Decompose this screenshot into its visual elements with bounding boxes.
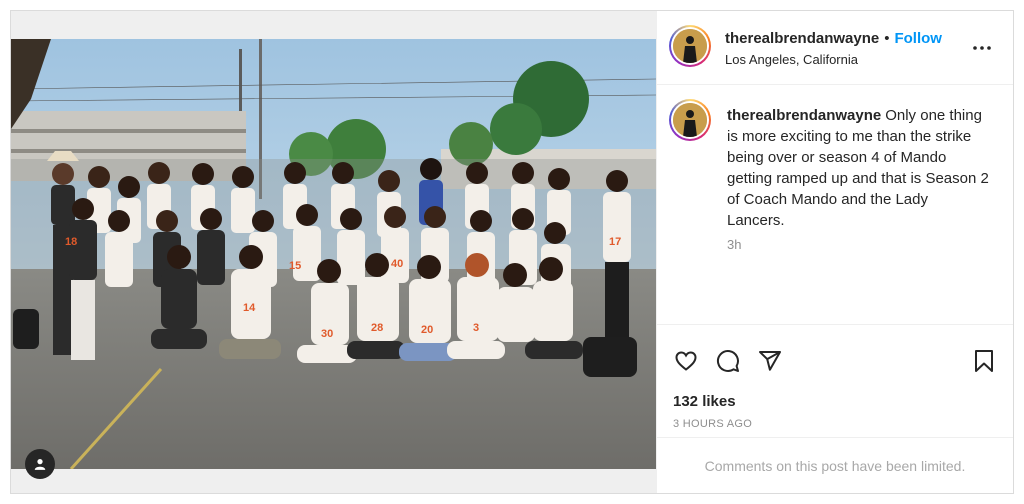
- team-photo[interactable]: 18 14 30 28 20 3 17 15 40: [11, 39, 656, 469]
- author-username[interactable]: therealbrendanwayne: [725, 30, 879, 47]
- svg-text:30: 30: [321, 328, 333, 340]
- comments-limited-notice: Comments on this post have been limited.: [704, 457, 966, 474]
- svg-text:18: 18: [65, 236, 77, 248]
- follow-button[interactable]: Follow: [894, 30, 942, 47]
- post-sidebar: therealbrendanwayne • Follow Los Angeles, …: [656, 11, 1013, 493]
- svg-text:14: 14: [243, 302, 256, 314]
- post-media: 18 14 30 28 20 3 17 15 40: [11, 11, 656, 493]
- post-header: therealbrendanwayne • Follow Los Angeles, …: [657, 11, 1013, 85]
- comments-section: Comments on this post have been limited.: [657, 437, 1013, 493]
- post-location[interactable]: Los Angeles, California: [725, 52, 858, 67]
- heart-icon[interactable]: [673, 348, 699, 374]
- svg-text:17: 17: [609, 236, 621, 248]
- caption-username[interactable]: therealbrendanwayne: [727, 107, 881, 124]
- caption-section: therealbrendanwayne Only one thing is mor…: [657, 85, 1013, 321]
- bookmark-icon[interactable]: [971, 348, 997, 374]
- instagram-post: 18 14 30 28 20 3 17 15 40 therealbrendan…: [10, 10, 1014, 494]
- svg-text:20: 20: [421, 324, 433, 336]
- header-title-line: therealbrendanwayne • Follow: [725, 30, 942, 48]
- caption-text: Only one thing is more exciting to me th…: [727, 107, 989, 229]
- separator-dot: •: [884, 30, 890, 47]
- caption-avatar[interactable]: [669, 99, 711, 141]
- user-tag-icon[interactable]: [25, 449, 55, 479]
- author-avatar[interactable]: [669, 25, 711, 67]
- posted-time[interactable]: 3 HOURS AGO: [673, 418, 752, 430]
- more-options-icon[interactable]: [971, 37, 993, 59]
- svg-text:15: 15: [289, 260, 301, 272]
- svg-text:28: 28: [371, 322, 383, 334]
- share-icon[interactable]: [757, 348, 783, 374]
- svg-text:3: 3: [473, 322, 479, 334]
- actions-section: 132 likes 3 HOURS AGO: [657, 324, 1013, 434]
- comment-icon[interactable]: [715, 348, 741, 374]
- svg-text:40: 40: [391, 258, 403, 270]
- likes-count[interactable]: 132 likes: [673, 393, 736, 410]
- caption: therealbrendanwayne Only one thing is mor…: [727, 105, 989, 231]
- caption-timestamp[interactable]: 3h: [727, 237, 741, 252]
